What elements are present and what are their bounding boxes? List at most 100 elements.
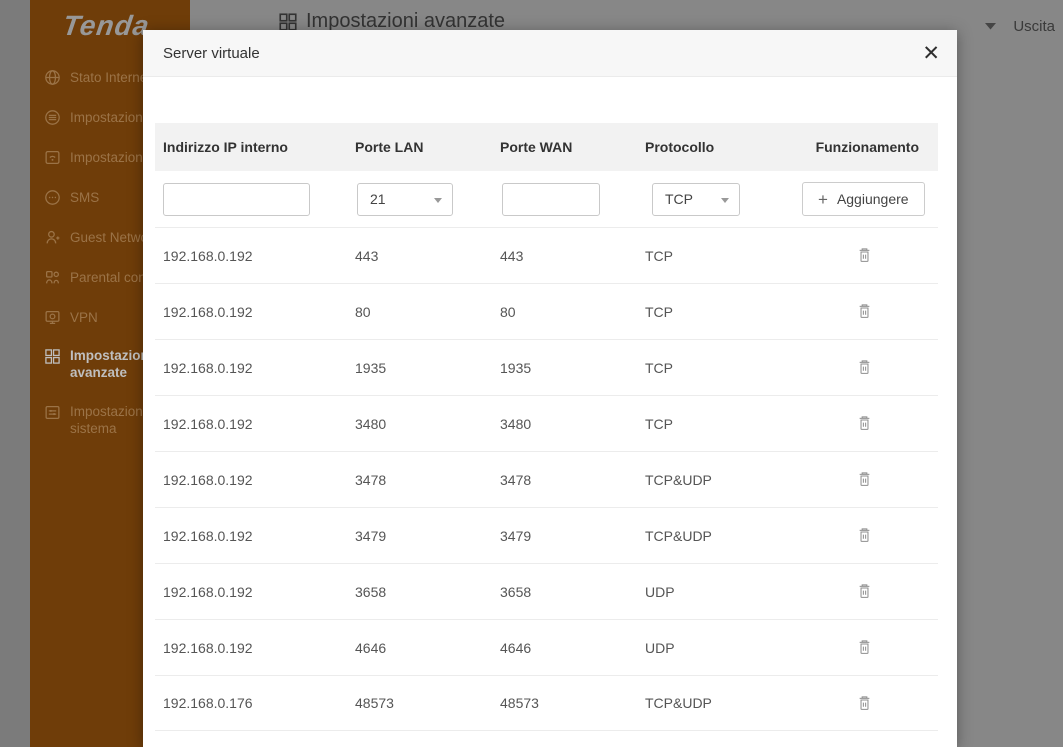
delete-icon[interactable]: [857, 695, 872, 712]
delete-icon[interactable]: [857, 303, 872, 320]
sidebar-item-label-line2: avanzate: [70, 364, 153, 381]
ip-input[interactable]: [163, 183, 310, 216]
modal-title: Server virtuale: [163, 45, 260, 62]
sms-icon: [44, 189, 61, 206]
sidebar-item-label: SMS: [70, 189, 99, 206]
ip-cell: 192.168.0.176: [155, 695, 347, 711]
protocol-cell: TCP&UDP: [637, 472, 802, 488]
sidebar-item-label: Stato Internet: [70, 69, 151, 86]
ip-cell: 192.168.0.192: [155, 584, 347, 600]
delete-icon[interactable]: [857, 527, 872, 544]
protocol-cell: TCP: [637, 304, 802, 320]
lan-port-cell: 3658: [347, 584, 492, 600]
column-header-lan: Porte LAN: [347, 139, 492, 155]
logout-link[interactable]: Uscita: [1013, 18, 1055, 35]
protocol-select[interactable]: TCP: [652, 183, 740, 216]
add-button[interactable]: + Aggiungere: [802, 182, 925, 216]
table-row: 192.168.0.192 3478 3478 TCP&UDP: [155, 451, 938, 507]
parental-control-icon: [44, 269, 61, 286]
lan-port-select[interactable]: 21: [357, 183, 453, 216]
internet-settings-icon: [44, 109, 61, 126]
table-row: 192.168.0.176 48573 48573 TCP&UDP: [155, 675, 938, 731]
table-row: 192.168.0.192 4646 4646 UDP: [155, 619, 938, 675]
delete-icon[interactable]: [857, 247, 872, 264]
delete-icon[interactable]: [857, 639, 872, 656]
table-row: 192.168.0.192 3479 3479 TCP&UDP: [155, 507, 938, 563]
sidebar-item-label: VPN: [70, 309, 98, 326]
tenda-logo: Tenda: [61, 10, 152, 42]
close-icon[interactable]: ✕: [922, 43, 940, 64]
ip-cell: 192.168.0.192: [155, 640, 347, 656]
wan-port-cell: 443: [492, 248, 637, 264]
table-row: 192.168.0.192 3658 3658 UDP: [155, 563, 938, 619]
protocol-cell: TCP: [637, 248, 802, 264]
table-row: 192.168.0.192 3480 3480 TCP: [155, 395, 938, 451]
vpn-icon: [44, 309, 61, 326]
lan-port-cell: 80: [347, 304, 492, 320]
protocol-cell: UDP: [637, 640, 802, 656]
wan-port-cell: 3479: [492, 528, 637, 544]
wan-port-cell: 4646: [492, 640, 637, 656]
plus-icon: +: [818, 191, 828, 208]
protocol-cell: TCP: [637, 416, 802, 432]
wan-port-cell: 80: [492, 304, 637, 320]
column-header-operation: Funzionamento: [802, 139, 938, 155]
table-row: 192.168.0.192 80 80 TCP: [155, 283, 938, 339]
wan-port-input[interactable]: [502, 183, 600, 216]
wan-port-cell: 1935: [492, 360, 637, 376]
modal-header: Server virtuale ✕: [143, 30, 957, 77]
advanced-settings-icon: [44, 348, 61, 365]
user-menu: Uscita: [985, 18, 1055, 35]
delete-icon[interactable]: [857, 415, 872, 432]
lan-port-cell: 1935: [347, 360, 492, 376]
sidebar-item-label: Impostazioni: [70, 403, 146, 420]
virtual-server-modal: Server virtuale ✕ Indirizzo IP interno P…: [143, 30, 957, 747]
page-gutter: [0, 0, 30, 747]
protocol-cell: UDP: [637, 584, 802, 600]
modal-body: Indirizzo IP interno Porte LAN Porte WAN…: [143, 77, 957, 731]
table-row: 192.168.0.192 443 443 TCP: [155, 227, 938, 283]
protocol-cell: TCP&UDP: [637, 695, 802, 711]
table-body: 192.168.0.192 443 443 TCP 192.168.0.192 …: [155, 227, 938, 731]
protocol-cell: TCP&UDP: [637, 528, 802, 544]
ip-cell: 192.168.0.192: [155, 248, 347, 264]
delete-icon[interactable]: [857, 583, 872, 600]
wifi-settings-icon: [44, 149, 61, 166]
column-header-wan: Porte WAN: [492, 139, 637, 155]
ip-cell: 192.168.0.192: [155, 416, 347, 432]
protocol-cell: TCP: [637, 360, 802, 376]
lan-port-cell: 48573: [347, 695, 492, 711]
wan-port-cell: 3480: [492, 416, 637, 432]
lan-port-select-value: 21: [370, 191, 386, 207]
ip-cell: 192.168.0.192: [155, 360, 347, 376]
lan-port-cell: 3478: [347, 472, 492, 488]
sidebar-item-label-line2: sistema: [70, 420, 146, 437]
ip-cell: 192.168.0.192: [155, 304, 347, 320]
delete-icon[interactable]: [857, 471, 872, 488]
delete-icon[interactable]: [857, 359, 872, 376]
ip-cell: 192.168.0.192: [155, 472, 347, 488]
lan-port-cell: 3479: [347, 528, 492, 544]
column-header-protocol: Protocollo: [637, 139, 802, 155]
lan-port-cell: 4646: [347, 640, 492, 656]
system-settings-icon: [44, 404, 61, 421]
add-rule-form: 21 TCP + Aggiungere: [155, 171, 938, 227]
ip-cell: 192.168.0.192: [155, 528, 347, 544]
lan-port-cell: 443: [347, 248, 492, 264]
chevron-down-icon: [434, 198, 442, 203]
column-header-ip: Indirizzo IP interno: [155, 139, 347, 155]
protocol-select-value: TCP: [665, 191, 693, 207]
chevron-down-icon: [721, 198, 729, 203]
add-button-label: Aggiungere: [837, 191, 909, 207]
advanced-settings-icon: [278, 12, 298, 32]
table-header-row: Indirizzo IP interno Porte LAN Porte WAN…: [155, 123, 938, 171]
guest-network-icon: [44, 229, 61, 246]
table-row: 192.168.0.192 1935 1935 TCP: [155, 339, 938, 395]
sidebar-item-label: Impostazioni: [70, 347, 153, 364]
wan-port-cell: 3478: [492, 472, 637, 488]
wan-port-cell: 48573: [492, 695, 637, 711]
lan-port-cell: 3480: [347, 416, 492, 432]
chevron-down-icon[interactable]: [985, 23, 996, 30]
globe-icon: [44, 69, 61, 86]
wan-port-cell: 3658: [492, 584, 637, 600]
